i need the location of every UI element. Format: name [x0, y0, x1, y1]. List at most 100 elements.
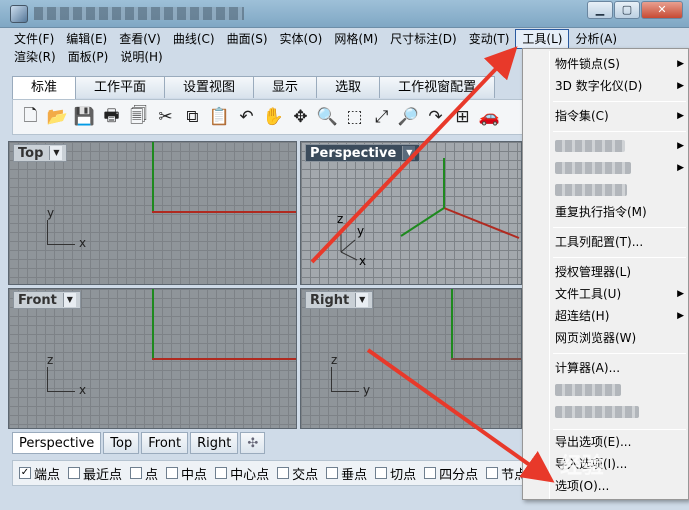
osnap-checkbox[interactable] — [486, 467, 499, 479]
osnap-3[interactable]: 中点 — [166, 464, 207, 483]
menu-item-blurred-3[interactable] — [523, 179, 688, 201]
osnap-2[interactable]: 点 — [130, 464, 158, 483]
redo-view-icon[interactable]: ↷ — [422, 104, 449, 130]
maximize-button[interactable]: ▢ — [614, 1, 640, 19]
osnap-checkbox[interactable]: ✓ — [19, 467, 31, 479]
viewport-tab-top[interactable]: Top — [103, 432, 140, 454]
menu-item-hyperlink[interactable]: 超连结(H) ▶ — [523, 305, 688, 327]
menu-row2-2[interactable]: 说明(H) — [114, 48, 168, 66]
osnap-8[interactable]: 四分点 — [424, 464, 478, 483]
viewport-top[interactable]: Top ▼ y x — [8, 141, 297, 285]
viewport-title-right[interactable]: Right ▼ — [305, 291, 374, 309]
dropdown-arrow-icon[interactable]: ▼ — [62, 293, 76, 307]
tab-5[interactable]: 工作视窗配置 — [379, 76, 496, 98]
dropdown-arrow-icon[interactable]: ▼ — [355, 293, 369, 307]
import-icon[interactable]: 🗐 — [125, 104, 152, 130]
tab-0[interactable]: 标准 — [12, 76, 77, 99]
menu-item-object-snap[interactable]: 物件锁点(S) ▶ — [523, 53, 688, 75]
osnap-checkbox[interactable] — [375, 467, 388, 479]
menu-item-blurred-4[interactable] — [523, 379, 688, 401]
triad-z-label: z — [337, 212, 344, 226]
osnap-9[interactable]: 节点 — [486, 464, 523, 483]
osnap-checkbox[interactable] — [166, 467, 179, 479]
viewport-title-front[interactable]: Front ▼ — [13, 291, 81, 309]
tab-1[interactable]: 工作平面 — [75, 76, 166, 98]
menu-row1-10[interactable]: 分析(A) — [569, 30, 623, 48]
cut-icon[interactable]: ✂ — [152, 104, 179, 130]
menu-row1-3[interactable]: 曲线(C) — [167, 30, 221, 48]
menu-item-blurred-1[interactable]: ▶ — [523, 135, 688, 157]
save-icon[interactable]: 💾 — [71, 104, 98, 130]
viewport-tab-front[interactable]: Front — [141, 432, 189, 454]
osnap-checkbox[interactable] — [277, 467, 290, 479]
menu-row1-5[interactable]: 实体(O) — [274, 30, 329, 48]
menu-separator — [553, 101, 686, 102]
menu-row1-7[interactable]: 尺寸标注(D) — [384, 30, 463, 48]
osnap-6[interactable]: 垂点 — [326, 464, 367, 483]
tab-3[interactable]: 显示 — [253, 76, 318, 98]
print-icon[interactable]: 🖶 — [98, 104, 125, 130]
menu-item-repeat-command[interactable]: 重复执行指令(M) — [523, 201, 688, 223]
menu-item-license-manager[interactable]: 授权管理器(L) — [523, 261, 688, 283]
new-file-icon[interactable]: 🗋 — [17, 104, 44, 130]
add-viewport-tab-icon[interactable]: ✣ — [240, 432, 266, 454]
menu-row2-0[interactable]: 渲染(R) — [8, 48, 62, 66]
zoom-window-icon[interactable]: ⬚ — [341, 104, 368, 130]
menu-item-toolbar-layout[interactable]: 工具列配置(T)... — [523, 231, 688, 253]
menu-item-options[interactable]: 选项(O)... — [523, 475, 688, 497]
paste-icon[interactable]: 📋 — [206, 104, 233, 130]
copy-icon[interactable]: ⧉ — [179, 104, 206, 130]
osnap-1[interactable]: 最近点 — [68, 464, 122, 483]
zoom-icon[interactable]: 🔍 — [314, 104, 341, 130]
open-folder-icon[interactable]: 📂 — [44, 104, 71, 130]
osnap-checkbox[interactable] — [215, 467, 228, 479]
menu-item-import-options[interactable]: 导入选项(I)... — [523, 453, 688, 475]
osnap-checkbox[interactable] — [68, 467, 81, 479]
menu-item-calculator[interactable]: 计算器(A)... — [523, 357, 688, 379]
osnap-checkbox[interactable] — [326, 467, 339, 479]
menu-row1-8[interactable]: 变动(T) — [463, 30, 516, 48]
minimize-button[interactable]: ▁ — [587, 1, 613, 19]
viewport-tab-perspective[interactable]: Perspective — [12, 432, 102, 454]
zoom-extents-icon[interactable]: ⤢ — [368, 104, 395, 130]
osnap-4[interactable]: 中心点 — [215, 464, 269, 483]
viewport-title-top[interactable]: Top ▼ — [13, 144, 68, 162]
menu-item-export-options[interactable]: 导出选项(E)... — [523, 431, 688, 453]
osnap-7[interactable]: 切点 — [375, 464, 416, 483]
x-axis-line — [152, 211, 296, 213]
menu-row1-0[interactable]: 文件(F) — [8, 30, 60, 48]
viewport-perspective[interactable]: Perspective ▼ z y x — [300, 141, 522, 285]
x-axis-line — [152, 358, 296, 360]
menu-row1-2[interactable]: 查看(V) — [113, 30, 167, 48]
menu-item-blurred-5[interactable] — [523, 401, 688, 423]
close-button[interactable]: ✕ — [641, 1, 683, 19]
osnap-0[interactable]: ✓ 端点 — [19, 464, 60, 483]
tab-2[interactable]: 设置视图 — [164, 76, 255, 98]
viewport-tab-right[interactable]: Right — [190, 432, 239, 454]
osnap-checkbox[interactable] — [130, 467, 143, 479]
rotate-view-icon[interactable]: ✥ — [287, 104, 314, 130]
zoom-selected-icon[interactable]: 🔎 — [395, 104, 422, 130]
menu-row2-1[interactable]: 面板(P) — [62, 48, 115, 66]
triad-y-label: y — [363, 383, 371, 397]
menu-item-command-set[interactable]: 指令集(C) ▶ — [523, 105, 688, 127]
undo-icon[interactable]: ↶ — [233, 104, 260, 130]
menu-row1-1[interactable]: 编辑(E) — [60, 30, 113, 48]
car-render-icon[interactable]: 🚗 — [476, 104, 503, 130]
osnap-5[interactable]: 交点 — [277, 464, 318, 483]
viewport-right[interactable]: Right ▼ z y — [300, 288, 522, 429]
viewport-layout-icon[interactable]: ⊞ — [449, 104, 476, 130]
menu-row1-4[interactable]: 曲面(S) — [221, 30, 274, 48]
menu-item-blurred-2[interactable]: ▶ — [523, 157, 688, 179]
viewport-front[interactable]: Front ▼ z x — [8, 288, 297, 429]
menu-row1-9[interactable]: 工具(L) — [515, 29, 570, 49]
dropdown-arrow-icon[interactable]: ▼ — [49, 146, 63, 160]
menu-row1-6[interactable]: 网格(M) — [328, 30, 384, 48]
menu-item-file-tools[interactable]: 文件工具(U) ▶ — [523, 283, 688, 305]
y-axis-ground-line — [400, 207, 445, 237]
menu-item-3d-digitizer[interactable]: 3D 数字化仪(D) ▶ — [523, 75, 688, 97]
osnap-checkbox[interactable] — [424, 467, 437, 479]
tab-4[interactable]: 选取 — [316, 76, 381, 98]
menu-item-web-browser[interactable]: 网页浏览器(W) — [523, 327, 688, 349]
pan-hand-icon[interactable]: ✋ — [260, 104, 287, 130]
